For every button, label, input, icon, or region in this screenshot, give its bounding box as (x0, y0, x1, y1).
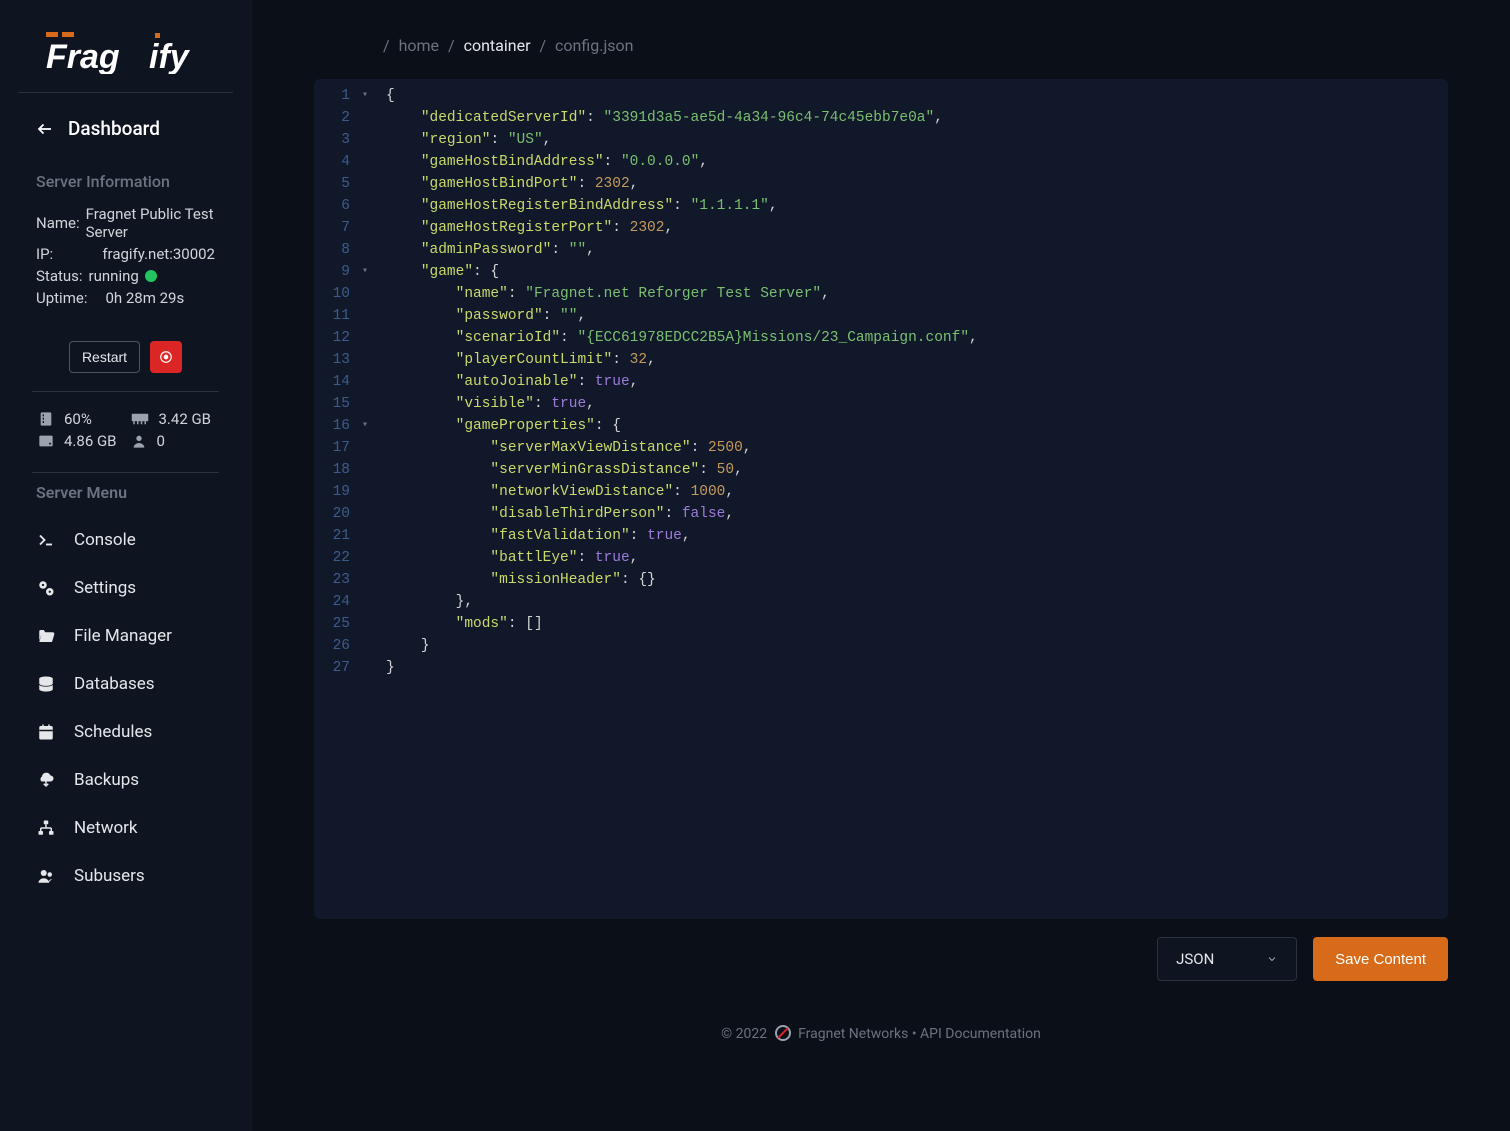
menu-item-backups[interactable]: Backups (18, 756, 233, 804)
menu-label: Settings (74, 578, 136, 598)
footer-docs-link[interactable]: API Documentation (920, 1026, 1041, 1042)
menu-item-network[interactable]: Network (18, 804, 233, 852)
footer-copyright: © 2022 (721, 1026, 767, 1042)
format-select-value: JSON (1176, 950, 1214, 968)
status-indicator-icon (145, 270, 157, 282)
breadcrumb-file: config.json (555, 36, 633, 55)
server-menu-heading: Server Menu (18, 473, 233, 516)
menu-label: Network (74, 818, 138, 838)
svg-text:Frag: Frag (46, 38, 120, 74)
name-label: Name: (36, 214, 80, 232)
calendar-icon (36, 723, 56, 741)
breadcrumb: / home / container / config.json (314, 36, 1448, 55)
menu-item-subusers[interactable]: Subusers (18, 852, 233, 900)
user-icon (131, 433, 147, 449)
code-content[interactable]: { "dedicatedServerId": "3391d3a5-ae5d-4a… (374, 79, 1448, 919)
uptime-value: 0h 28m 29s (105, 289, 184, 307)
server-info-heading: Server Information (18, 172, 233, 191)
arrow-left-icon (36, 120, 54, 138)
ip-value: fragify.net:30002 (102, 245, 215, 263)
server-info-block: Name: Fragnet Public Test Server IP: fra… (18, 205, 233, 327)
database-icon (36, 675, 56, 693)
divider (18, 92, 233, 93)
disk-value: 4.86 GB (64, 432, 117, 450)
users-icon (36, 867, 56, 885)
stats-block: 60% 3.42 GB 4.86 GB 0 (18, 392, 233, 472)
menu-label: Databases (74, 674, 155, 694)
menu-label: Console (74, 530, 136, 550)
save-content-button[interactable]: Save Content (1313, 937, 1448, 981)
code-editor[interactable]: 1234567891011121314151617181920212223242… (314, 79, 1448, 919)
dashboard-link[interactable]: Dashboard (18, 111, 233, 146)
status-label: Status: (36, 267, 83, 285)
terminal-icon (36, 531, 56, 549)
ram-value: 3.42 GB (159, 410, 212, 428)
footer: © 2022 Fragnet Networks • API Documentat… (314, 1025, 1448, 1042)
menu-label: Schedules (74, 722, 152, 742)
footer-company[interactable]: Fragnet Networks (798, 1026, 908, 1042)
menu-label: Subusers (74, 866, 145, 886)
name-value: Fragnet Public Test Server (86, 205, 215, 241)
format-select[interactable]: JSON (1157, 937, 1297, 981)
footer-logo-icon (775, 1025, 791, 1041)
network-icon (36, 819, 56, 837)
kill-button[interactable] (150, 341, 182, 373)
gears-icon (36, 579, 56, 597)
status-value: running (89, 267, 139, 285)
dashboard-label: Dashboard (68, 117, 160, 140)
restart-button[interactable]: Restart (69, 341, 140, 373)
stop-circle-icon (159, 350, 173, 364)
menu-item-file-manager[interactable]: File Manager (18, 612, 233, 660)
folder-open-icon (36, 627, 56, 645)
menu-item-databases[interactable]: Databases (18, 660, 233, 708)
fold-column[interactable]: ▾ ▾ ▾ (362, 79, 374, 919)
chevron-down-icon (1266, 953, 1278, 965)
breadcrumb-container[interactable]: container (464, 36, 531, 55)
menu-label: Backups (74, 770, 139, 790)
menu-item-schedules[interactable]: Schedules (18, 708, 233, 756)
line-gutter: 1234567891011121314151617181920212223242… (314, 79, 362, 919)
disk-icon (38, 433, 54, 449)
memory-icon (131, 411, 149, 427)
cloud-download-icon (36, 771, 56, 789)
menu-label: File Manager (74, 626, 172, 646)
ip-label: IP: (36, 245, 53, 263)
cpu-icon (38, 411, 54, 427)
editor-toolbar: JSON Save Content (314, 937, 1448, 981)
cpu-value: 60% (64, 410, 92, 428)
breadcrumb-home[interactable]: home (399, 36, 439, 55)
menu-item-settings[interactable]: Settings (18, 564, 233, 612)
main-content: / home / container / config.json 1234567… (252, 0, 1510, 1131)
users-value: 0 (157, 432, 165, 450)
menu-item-console[interactable]: Console (18, 516, 233, 564)
sidebar: Frag ify Dashboard Server Information Na… (0, 0, 252, 1131)
brand-logo: Frag ify (46, 28, 206, 74)
uptime-label: Uptime: (36, 289, 87, 307)
svg-text:ify: ify (149, 38, 191, 74)
